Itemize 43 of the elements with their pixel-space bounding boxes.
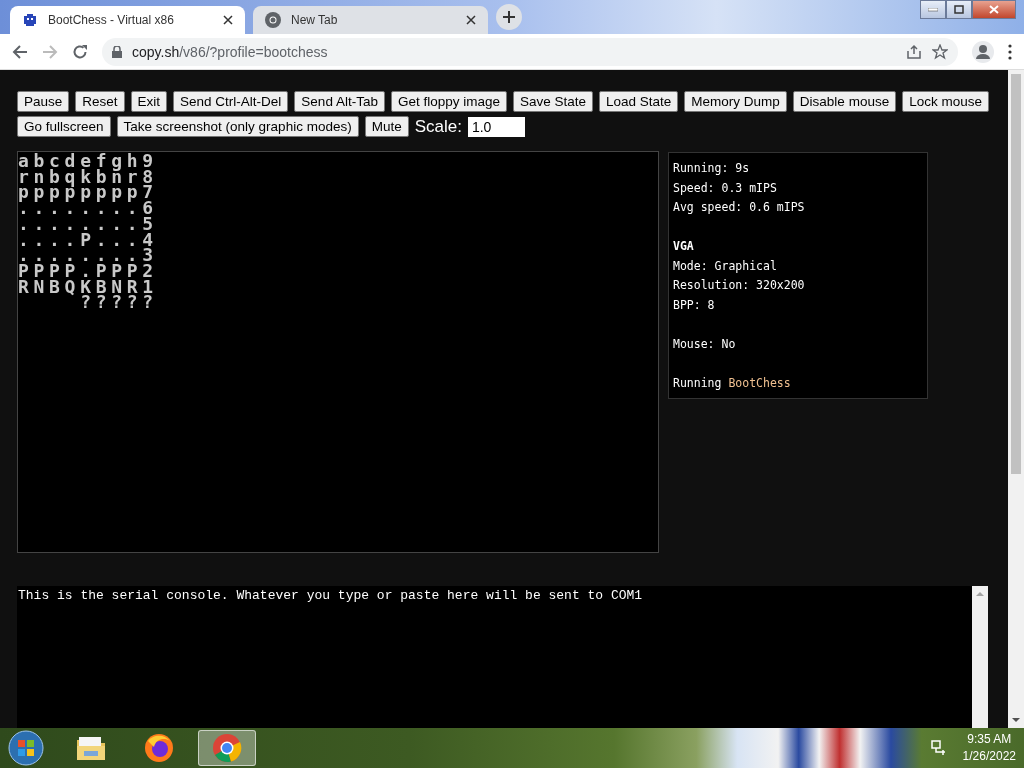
screen-text-line: pppppppp7 (18, 184, 158, 201)
toolbar-button[interactable]: Load State (599, 91, 679, 112)
info-line: BPP: 8 (673, 296, 715, 314)
toolbar-button[interactable]: Disable mouse (792, 91, 897, 112)
info-line: Speed: 0.3 mIPS (673, 179, 777, 197)
toolbar-button[interactable]: Mute (364, 116, 409, 137)
info-line: Mouse: No (673, 335, 736, 353)
info-line: Running BootChess (673, 374, 791, 392)
serial-console-text: This is the serial console. Whatever you type or paste here will be sent to COM1 (17, 587, 644, 605)
screen-text-line: rnbqkbnr8 (18, 168, 158, 185)
browser-tab[interactable]: New Tab (253, 6, 488, 34)
info-line: Mode: Graphical (673, 257, 777, 275)
date-text: 1/26/2022 (962, 748, 1016, 765)
clock[interactable]: 9:35 AM 1/26/2022 (962, 731, 1016, 765)
toolbar-button[interactable]: Go fullscreen (17, 116, 111, 137)
screen-text-line: PPPP.PPP2 (18, 262, 158, 279)
toolbar-button[interactable]: Send Ctrl-Alt-Del (173, 91, 289, 112)
toolbar-button[interactable]: Exit (130, 91, 168, 112)
toolbar-button[interactable]: Reset (75, 91, 125, 112)
time-text: 9:35 AM (967, 731, 1012, 748)
toolbar-button[interactable]: Send Alt-Tab (294, 91, 385, 112)
serial-console[interactable]: This is the serial console. Whatever you type or paste here will be sent to COM1 (17, 586, 988, 728)
info-line: Avg speed: 0.6 mIPS (673, 199, 805, 216)
toolbar-button[interactable]: Pause (17, 91, 70, 112)
info-heading: VGA (673, 238, 694, 255)
toolbar-button[interactable]: Memory Dump (684, 91, 787, 112)
screen-text-line: RNBQKBNR1 (18, 278, 158, 295)
scale-label: Scale: (414, 116, 462, 137)
screen-text-line: abcdefgh9 (18, 153, 158, 169)
screen-text-line: ????? (80, 294, 158, 311)
screen-text-line: ....P...4 (18, 231, 158, 248)
info-line: Resolution: 320x200 (673, 277, 805, 294)
scale-field[interactable]: 1.0 (467, 116, 525, 137)
screen-text-line: ........3 (18, 247, 158, 263)
toolbar-button[interactable]: Get floppy image (390, 91, 507, 112)
browser-tab[interactable]: BootChess - Virtual x86 (10, 6, 245, 34)
screen-text-line: ........5 (18, 215, 158, 232)
info-line: Running: 9s (673, 160, 750, 177)
address-bar[interactable]: copy.sh/v86/?profile=bootchess (102, 37, 958, 66)
toolbar-button[interactable]: Take screenshot (only graphic modes) (116, 116, 359, 137)
toolbar-button[interactable]: Save State (513, 91, 594, 112)
toolbar-button[interactable]: Lock mouse (902, 91, 989, 112)
emulator-screen[interactable]: abcdefgh9 rnbqkbnr8 pppppppp7 ........6 ........5 ....P...4 ........3 PPPP.PPP2 RNBQKBNR1 ????? (17, 151, 659, 553)
